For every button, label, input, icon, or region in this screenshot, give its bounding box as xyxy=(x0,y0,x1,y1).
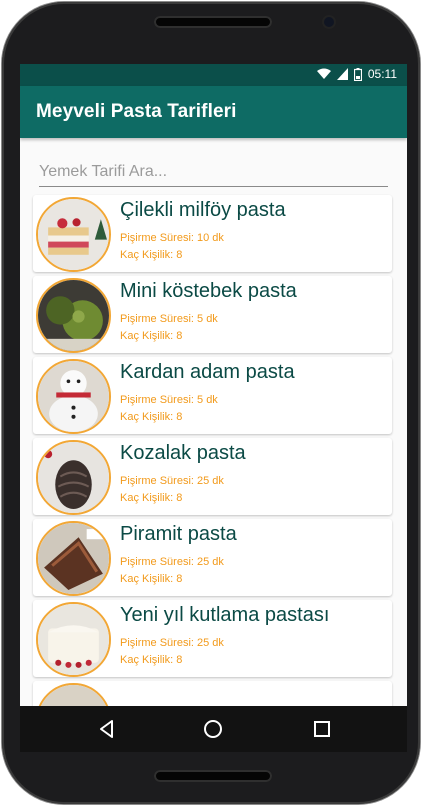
recipe-servings: Kaç Kişilik: 8 xyxy=(120,330,183,342)
list-item[interactable]: Yeni yıl kutlama pastası Pişirme Süresi:… xyxy=(33,600,392,677)
recipe-thumbnail xyxy=(36,278,111,353)
recents-icon[interactable] xyxy=(311,718,333,740)
recipe-thumbnail xyxy=(36,521,111,596)
status-bar: 05:11 xyxy=(20,64,407,86)
recipe-thumbnail xyxy=(36,683,111,706)
recipe-thumbnail xyxy=(36,440,111,515)
list-item[interactable]: Kardan adam pasta Pişirme Süresi: 5 dk K… xyxy=(33,357,392,434)
recipe-thumbnail xyxy=(36,359,111,434)
list-item[interactable]: Mini köstebek pasta Pişirme Süresi: 5 dk… xyxy=(33,276,392,353)
recipe-servings: Kaç Kişilik: 8 xyxy=(120,249,183,261)
recipe-thumbnail xyxy=(36,602,111,677)
recipe-name: Çilekli milföy pasta xyxy=(120,199,286,221)
recipe-time: Pişirme Süresi: 25 dk xyxy=(120,475,224,487)
signal-icon xyxy=(336,68,348,80)
recipe-name: Mini köstebek pasta xyxy=(120,280,297,302)
recipe-thumbnail xyxy=(36,197,111,272)
recipe-name: Yeni yıl kutlama pastası xyxy=(120,604,330,626)
system-nav-bar xyxy=(20,706,407,752)
recipe-servings: Kaç Kişilik: 8 xyxy=(120,654,183,666)
search-input[interactable] xyxy=(39,160,388,184)
status-time: 05:11 xyxy=(367,67,397,81)
wifi-icon xyxy=(316,68,331,79)
recipe-servings: Kaç Kişilik: 8 xyxy=(120,492,183,504)
page-title: Meyveli Pasta Tarifleri xyxy=(36,101,237,122)
list-item[interactable]: Piramit pasta Pişirme Süresi: 25 dk Kaç … xyxy=(33,519,392,596)
recipe-servings: Kaç Kişilik: 8 xyxy=(120,573,183,585)
recipe-time: Pişirme Süresi: 25 dk xyxy=(120,556,224,568)
top-speaker xyxy=(154,16,272,28)
front-camera xyxy=(324,17,334,27)
recipe-time: Pişirme Süresi: 5 dk xyxy=(120,394,218,406)
recipe-servings: Kaç Kişilik: 8 xyxy=(120,411,183,423)
app-bar: Meyveli Pasta Tarifleri xyxy=(20,86,407,138)
battery-icon xyxy=(353,67,362,81)
phone-frame: 05:11 Meyveli Pasta Tarifleri Yemek Tari… xyxy=(2,2,420,804)
list-item[interactable]: Çilekli milföy pasta Pişirme Süresi: 10 … xyxy=(33,195,392,272)
bottom-speaker xyxy=(154,770,272,782)
home-icon[interactable] xyxy=(202,718,224,740)
recipe-time: Pişirme Süresi: 5 dk xyxy=(120,313,218,325)
list-item[interactable]: Kozalak pasta Pişirme Süresi: 25 dk Kaç … xyxy=(33,438,392,515)
recipe-time: Pişirme Süresi: 25 dk xyxy=(120,637,224,649)
recipe-name: Kardan adam pasta xyxy=(120,361,295,383)
recipe-name: Kozalak pasta xyxy=(120,442,246,464)
back-icon[interactable] xyxy=(96,718,118,740)
list-item-partial[interactable] xyxy=(33,681,392,706)
recipe-list: Çilekli milföy pasta Pişirme Süresi: 10 … xyxy=(20,195,407,706)
recipe-name: Piramit pasta xyxy=(120,523,237,545)
search-field-container xyxy=(39,160,388,187)
recipe-time: Pişirme Süresi: 10 dk xyxy=(120,232,224,244)
screen: 05:11 Meyveli Pasta Tarifleri Yemek Tari… xyxy=(20,64,407,706)
